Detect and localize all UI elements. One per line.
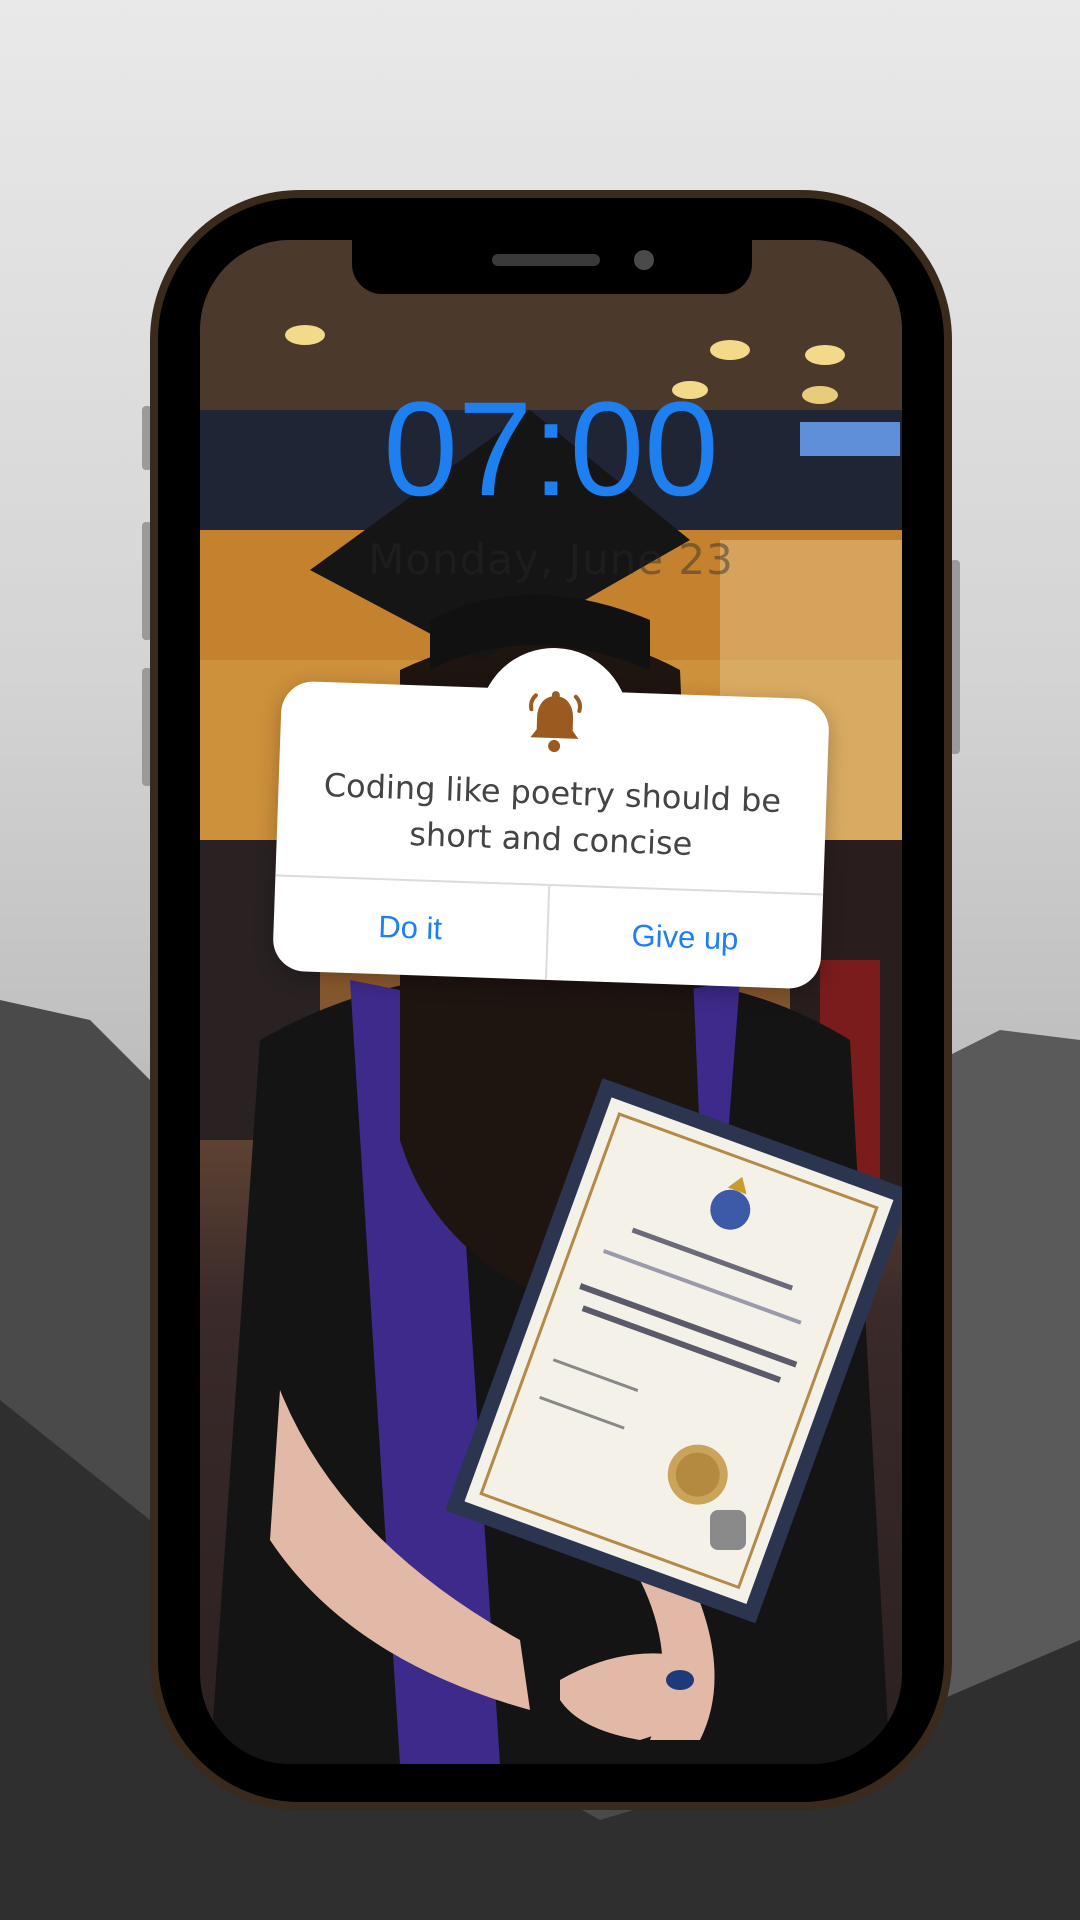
do-it-button[interactable]: Do it bbox=[272, 876, 548, 979]
lockscreen-clock: 07:00 bbox=[383, 375, 719, 524]
notification-message: Coding like poetry should be short and c… bbox=[323, 766, 782, 863]
front-camera bbox=[634, 250, 654, 270]
bell-icon bbox=[529, 691, 582, 753]
notification-card: Coding like poetry should be short and c… bbox=[272, 645, 830, 990]
lockscreen-date: Monday, June 23 bbox=[368, 535, 734, 584]
earpiece-speaker bbox=[492, 254, 600, 266]
phone-notch bbox=[352, 240, 752, 294]
give-up-button[interactable]: Give up bbox=[547, 886, 823, 989]
